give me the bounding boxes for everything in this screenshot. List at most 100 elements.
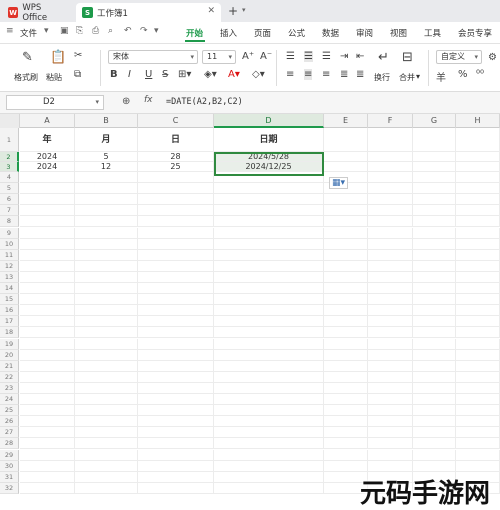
cell-g4[interactable] [413,172,456,184]
cell-g21[interactable] [413,360,456,372]
cell-g28[interactable] [413,438,456,450]
cell-d6[interactable] [214,194,324,206]
cell-b8[interactable] [75,216,138,228]
cut-icon[interactable]: ✂ [74,50,82,61]
cell-b7[interactable] [75,205,138,217]
cell-f21[interactable] [368,360,413,372]
cell-e27[interactable] [324,427,368,439]
cell-h14[interactable] [456,283,500,295]
row-header[interactable]: 5 [0,183,19,195]
cell-b22[interactable] [75,371,138,383]
cell-e25[interactable] [324,405,368,417]
cell-f12[interactable] [368,260,413,272]
cell-d20[interactable] [214,349,324,361]
cell-c3[interactable]: 25 [138,162,214,172]
cell-a31[interactable] [20,471,75,483]
cell-h6[interactable] [456,194,500,206]
cell-d13[interactable] [214,271,324,283]
row-header[interactable]: 24 [0,394,19,406]
cell-c18[interactable] [138,327,214,339]
cell-h17[interactable] [456,316,500,328]
font-size-select[interactable]: 11 ▾ [202,50,236,64]
cell-f19[interactable] [368,338,413,350]
cell-g25[interactable] [413,405,456,417]
cell-d4[interactable] [214,172,324,184]
font-color-icon[interactable]: A▾ [228,69,240,80]
row-header[interactable]: 26 [0,416,19,428]
cell-a12[interactable] [20,260,75,272]
cell-e6[interactable] [324,194,368,206]
row-header[interactable]: 22 [0,371,19,383]
cell-e21[interactable] [324,360,368,372]
fill-color-icon[interactable]: ◈▾ [204,69,217,80]
cell-f6[interactable] [368,194,413,206]
cell-g29[interactable] [413,449,456,461]
cell-h18[interactable] [456,327,500,339]
cell-g22[interactable] [413,371,456,383]
align-middle-icon[interactable]: ☰ [304,51,313,62]
cell-g2[interactable] [413,152,456,162]
cell-e20[interactable] [324,349,368,361]
merge-icon[interactable]: ⊟ [402,50,413,65]
cell-d3[interactable]: 2024/12/25 [214,162,324,172]
cell-h20[interactable] [456,349,500,361]
cell-d31[interactable] [214,471,324,483]
cell-e3[interactable] [324,162,368,172]
cell-c32[interactable] [138,482,214,494]
cell-g15[interactable] [413,294,456,306]
cell-g5[interactable] [413,183,456,195]
italic-button[interactable]: I [128,69,131,80]
cell-d14[interactable] [214,283,324,295]
cell-b11[interactable] [75,249,138,261]
hamburger-icon[interactable]: ≡ [6,26,14,36]
row-header[interactable]: 31 [0,471,19,483]
distribute-icon[interactable]: ≣ [356,69,364,80]
cell-d7[interactable] [214,205,324,217]
undo-icon[interactable]: ↶ [124,26,132,36]
cell-a16[interactable] [20,305,75,317]
cell-g24[interactable] [413,394,456,406]
cell-d17[interactable] [214,316,324,328]
cell-g3[interactable] [413,162,456,172]
new-tab-button[interactable]: + [228,4,238,18]
row-header[interactable]: 25 [0,405,19,417]
cell-c17[interactable] [138,316,214,328]
cell-f24[interactable] [368,394,413,406]
cell-f28[interactable] [368,438,413,450]
cell-h24[interactable] [456,394,500,406]
cell-h19[interactable] [456,338,500,350]
column-header-h[interactable]: H [456,114,500,128]
zoom-icon[interactable]: ⊕ [122,96,130,107]
row-header[interactable]: 15 [0,294,19,306]
chevron-down-icon[interactable]: ▾ [154,26,159,36]
cell-f10[interactable] [368,238,413,250]
cell-a29[interactable] [20,449,75,461]
column-header-c[interactable]: C [138,114,214,128]
cell-h3[interactable] [456,162,500,172]
cell-e28[interactable] [324,438,368,450]
cell-h22[interactable] [456,371,500,383]
cell-h16[interactable] [456,305,500,317]
cell-c11[interactable] [138,249,214,261]
cell-f1[interactable] [368,128,413,152]
cell-f4[interactable] [368,172,413,184]
cell-b10[interactable] [75,238,138,250]
cell-b26[interactable] [75,416,138,428]
outdent-icon[interactable]: ⇤ [356,51,364,62]
cell-d30[interactable] [214,460,324,472]
select-all-corner[interactable] [0,114,20,128]
menu-review[interactable]: 审阅 [356,27,373,39]
format-painter-label[interactable]: 格式刷 [14,72,38,83]
cell-c23[interactable] [138,382,214,394]
cell-g19[interactable] [413,338,456,350]
cell-c8[interactable] [138,216,214,228]
cell-b32[interactable] [75,482,138,494]
cell-e15[interactable] [324,294,368,306]
row-header[interactable]: 32 [0,482,19,494]
cell-d28[interactable] [214,438,324,450]
cell-h27[interactable] [456,427,500,439]
bold-button[interactable]: B [110,69,118,80]
align-left-icon[interactable]: ≡ [286,69,294,80]
row-header[interactable]: 14 [0,283,19,295]
cell-a11[interactable] [20,249,75,261]
